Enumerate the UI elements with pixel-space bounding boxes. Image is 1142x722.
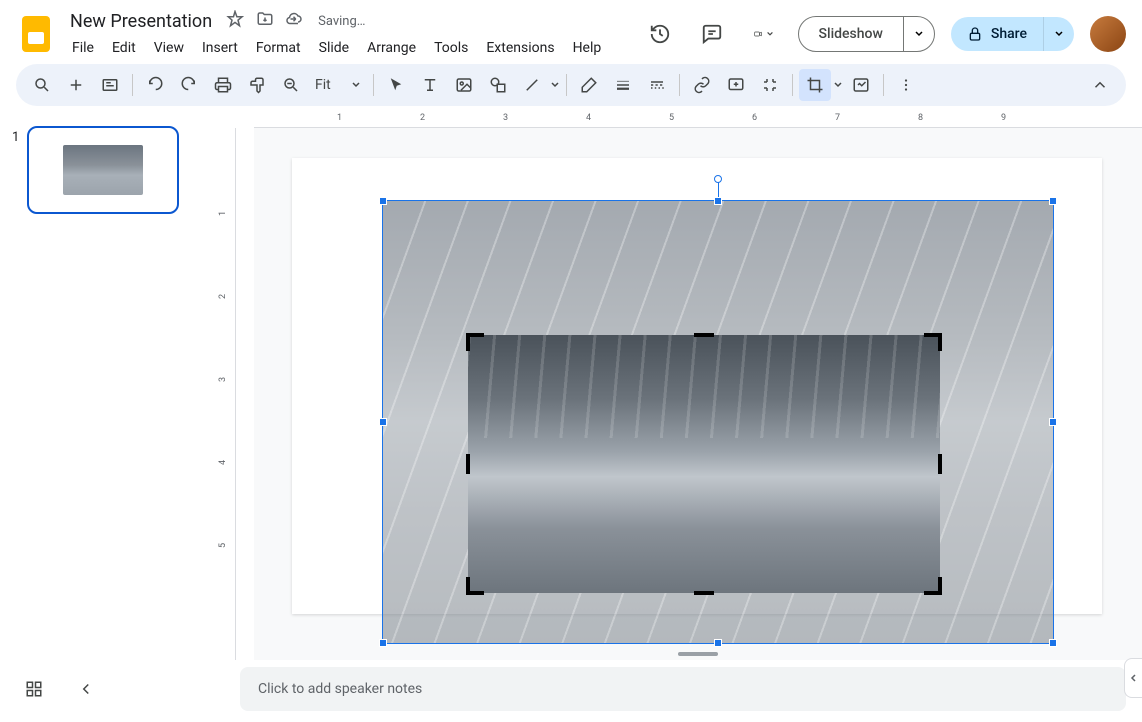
history-icon[interactable] [642, 16, 678, 52]
redo-button[interactable] [173, 69, 205, 101]
comment-button[interactable] [720, 69, 752, 101]
share-label: Share [991, 26, 1027, 42]
title-area: New Presentation Saving… File Edit View … [64, 9, 642, 60]
zoom-out-button[interactable] [275, 69, 307, 101]
main-content: 1 1 2 3 4 5 6 7 8 9 1 2 3 4 5 [0, 110, 1142, 660]
share-dropdown[interactable] [1043, 17, 1074, 51]
slideshow-dropdown[interactable] [903, 17, 934, 51]
slide-thumbnail[interactable] [27, 126, 179, 214]
image-tool[interactable] [448, 69, 480, 101]
crop-dropdown[interactable] [833, 80, 843, 90]
layout-button[interactable] [94, 69, 126, 101]
menu-edit[interactable]: Edit [104, 36, 144, 60]
undo-button[interactable] [139, 69, 171, 101]
notes-resize-handle[interactable] [678, 652, 718, 656]
line-tool[interactable] [516, 69, 548, 101]
ruler-tick: 4 [586, 113, 591, 123]
slides-icon [22, 16, 50, 52]
crop-image-button[interactable] [799, 69, 831, 101]
toolbar: Fit [16, 64, 1126, 106]
account-avatar[interactable] [1090, 16, 1126, 52]
menu-format[interactable]: Format [248, 36, 309, 60]
header: New Presentation Saving… File Edit View … [0, 0, 1142, 60]
save-status: Saving… [318, 14, 365, 29]
slide-number: 1 [12, 126, 19, 644]
menu-file[interactable]: File [64, 36, 102, 60]
video-call-button[interactable] [746, 16, 782, 52]
ruler-tick: 2 [420, 113, 425, 123]
lock-icon [967, 26, 983, 42]
star-icon[interactable] [226, 10, 244, 32]
ruler-tick: 6 [752, 113, 757, 123]
menu-extensions[interactable]: Extensions [478, 36, 562, 60]
ruler-tick: 7 [835, 113, 840, 123]
ruler-tick: 2 [218, 294, 228, 299]
grid-view-button[interactable] [16, 671, 52, 707]
line-dropdown[interactable] [550, 80, 560, 90]
filmstrip: 1 [0, 110, 218, 660]
vertical-ruler[interactable]: 1 2 3 4 5 [218, 128, 236, 660]
thumbnail-image [63, 145, 143, 195]
ruler-tick: 4 [218, 460, 228, 465]
canvas: 1 2 3 4 5 6 7 8 9 1 2 3 4 5 [218, 110, 1142, 660]
slide-viewport[interactable] [254, 128, 1142, 660]
menu-view[interactable]: View [146, 36, 192, 60]
comments-icon[interactable] [694, 16, 730, 52]
ruler-tick: 5 [669, 113, 674, 123]
ruler-tick: 3 [503, 113, 508, 123]
menu-tools[interactable]: Tools [426, 36, 476, 60]
side-panel-toggle[interactable] [1124, 658, 1142, 698]
print-button[interactable] [207, 69, 239, 101]
paint-format-button[interactable] [241, 69, 273, 101]
slideshow-group: Slideshow [798, 16, 935, 52]
ruler-tick: 1 [337, 113, 342, 123]
mask-image-button[interactable] [754, 69, 786, 101]
ruler-tick: 9 [1001, 113, 1006, 123]
border-color-button[interactable] [573, 69, 605, 101]
ruler-tick: 8 [918, 113, 923, 123]
hide-menus-button[interactable] [1084, 69, 1116, 101]
more-options-button[interactable] [890, 69, 922, 101]
share-group: Share [951, 17, 1074, 51]
app-logo[interactable] [16, 14, 56, 54]
speaker-notes-input[interactable]: Click to add speaker notes [240, 667, 1126, 711]
share-button[interactable]: Share [951, 17, 1043, 51]
ruler-tick: 5 [218, 543, 228, 548]
move-folder-icon[interactable] [256, 10, 274, 32]
menu-insert[interactable]: Insert [194, 36, 246, 60]
menu-bar: File Edit View Insert Format Slide Arran… [64, 36, 642, 60]
shape-tool[interactable] [482, 69, 514, 101]
border-weight-button[interactable] [607, 69, 639, 101]
search-menus-button[interactable] [26, 69, 58, 101]
zoom-dropdown[interactable]: Fit [309, 77, 367, 93]
horizontal-ruler[interactable]: 1 2 3 4 5 6 7 8 9 [254, 110, 1142, 128]
new-slide-button[interactable] [60, 69, 92, 101]
menu-slide[interactable]: Slide [311, 36, 357, 60]
menu-arrange[interactable]: Arrange [359, 36, 424, 60]
image-crop-region[interactable] [468, 335, 940, 593]
ruler-tick: 1 [218, 211, 228, 216]
border-dash-button[interactable] [641, 69, 673, 101]
text-box-tool[interactable] [414, 69, 446, 101]
slideshow-button[interactable]: Slideshow [799, 17, 903, 51]
document-title[interactable]: New Presentation [64, 9, 218, 34]
link-button[interactable] [686, 69, 718, 101]
cloud-status-icon[interactable] [286, 10, 304, 32]
notes-area: Click to add speaker notes [0, 660, 1142, 718]
collapse-filmstrip-button[interactable] [68, 671, 104, 707]
menu-help[interactable]: Help [565, 36, 610, 60]
reset-image-button[interactable] [845, 69, 877, 101]
ruler-tick: 3 [218, 377, 228, 382]
select-tool[interactable] [380, 69, 412, 101]
